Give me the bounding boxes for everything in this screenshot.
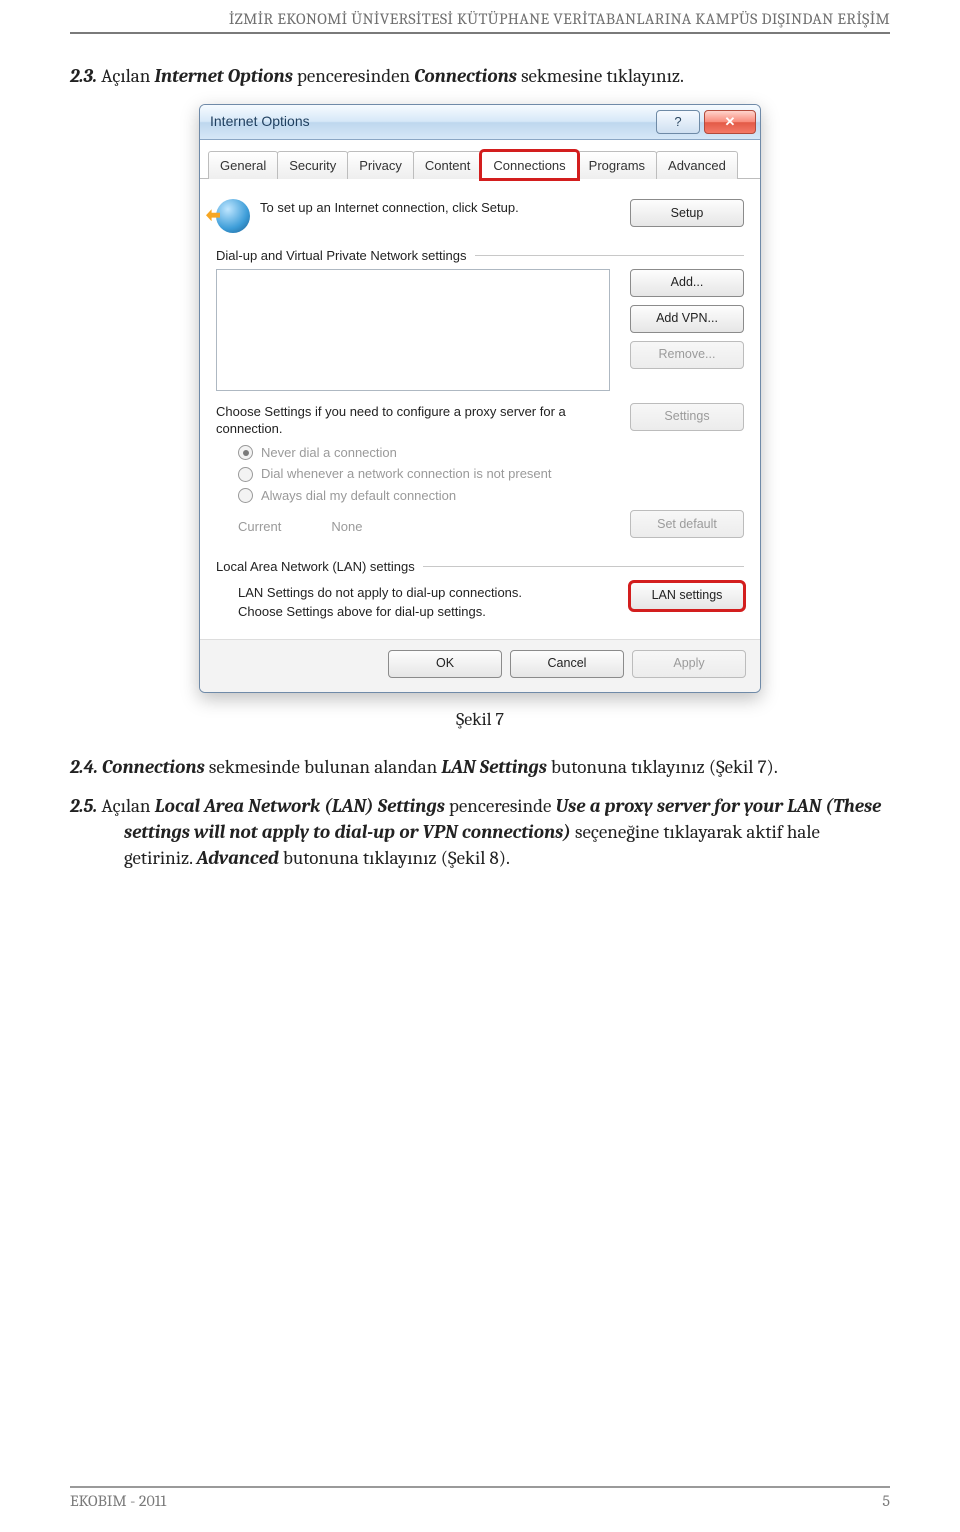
help-button[interactable]: ? bbox=[656, 110, 700, 134]
lan-hint: LAN Settings do not apply to dial-up con… bbox=[238, 584, 614, 602]
tab-content[interactable]: Content bbox=[413, 151, 483, 180]
radio-never: Never dial a connection bbox=[238, 444, 744, 462]
settings-button: Settings bbox=[630, 403, 744, 431]
apply-button: Apply bbox=[632, 650, 746, 678]
radio-icon bbox=[238, 445, 253, 460]
internet-options-dialog: Internet Options ? ✕ General Security Pr… bbox=[199, 104, 761, 693]
dialog-title: Internet Options bbox=[210, 112, 652, 131]
radio-always: Always dial my default connection bbox=[238, 487, 744, 505]
group-lan: Local Area Network (LAN) settings bbox=[216, 558, 744, 576]
step-num: 2.4. bbox=[70, 756, 98, 778]
cancel-button[interactable]: Cancel bbox=[510, 650, 624, 678]
footer-left: EKOBIM - 2011 bbox=[70, 1492, 166, 1510]
step-num: 2.3. bbox=[70, 65, 97, 87]
tab-security[interactable]: Security bbox=[277, 151, 348, 180]
ok-button[interactable]: OK bbox=[388, 650, 502, 678]
globe-icon bbox=[216, 199, 250, 233]
step-2-3: 2.3. Açılan Internet Options penceresind… bbox=[70, 64, 890, 90]
setup-hint: To set up an Internet connection, click … bbox=[260, 199, 614, 217]
radio-icon bbox=[238, 467, 253, 482]
step-2-4: 2.4. Connections sekmesinde bulunan alan… bbox=[70, 755, 890, 781]
tab-connections[interactable]: Connections bbox=[481, 151, 577, 180]
add-vpn-button[interactable]: Add VPN... bbox=[630, 305, 744, 333]
page-footer: EKOBIM - 2011 5 bbox=[70, 1486, 890, 1510]
step-num: 2.5. bbox=[70, 795, 97, 817]
tab-general[interactable]: General bbox=[208, 151, 278, 180]
tabstrip: General Security Privacy Content Connect… bbox=[200, 140, 760, 180]
close-button[interactable]: ✕ bbox=[704, 110, 756, 134]
figure-caption-7: Şekil 7 bbox=[70, 708, 890, 732]
lan-hint2: Choose Settings above for dial-up settin… bbox=[238, 603, 614, 621]
proxy-hint: Choose Settings if you need to configure… bbox=[216, 403, 614, 438]
tab-programs[interactable]: Programs bbox=[577, 151, 657, 180]
current-connection: CurrentNone bbox=[238, 518, 614, 536]
titlebar[interactable]: Internet Options ? ✕ bbox=[200, 105, 760, 140]
step-2-5: 2.5. Açılan Local Area Network (LAN) Set… bbox=[70, 794, 890, 871]
set-default-button: Set default bbox=[630, 510, 744, 538]
remove-button: Remove... bbox=[630, 341, 744, 369]
radio-dial-when: Dial whenever a network connection is no… bbox=[238, 465, 744, 483]
add-button[interactable]: Add... bbox=[630, 269, 744, 297]
page-header: İZMİR EKONOMİ ÜNİVERSİTESİ KÜTÜPHANE VER… bbox=[70, 0, 890, 34]
footer-page: 5 bbox=[882, 1492, 890, 1510]
lan-settings-button[interactable]: LAN settings bbox=[630, 582, 744, 610]
group-dialup: Dial-up and Virtual Private Network sett… bbox=[216, 247, 744, 265]
tab-privacy[interactable]: Privacy bbox=[347, 151, 414, 180]
connections-listbox[interactable] bbox=[216, 269, 610, 391]
radio-icon bbox=[238, 488, 253, 503]
setup-button[interactable]: Setup bbox=[630, 199, 744, 227]
tab-advanced[interactable]: Advanced bbox=[656, 151, 738, 180]
